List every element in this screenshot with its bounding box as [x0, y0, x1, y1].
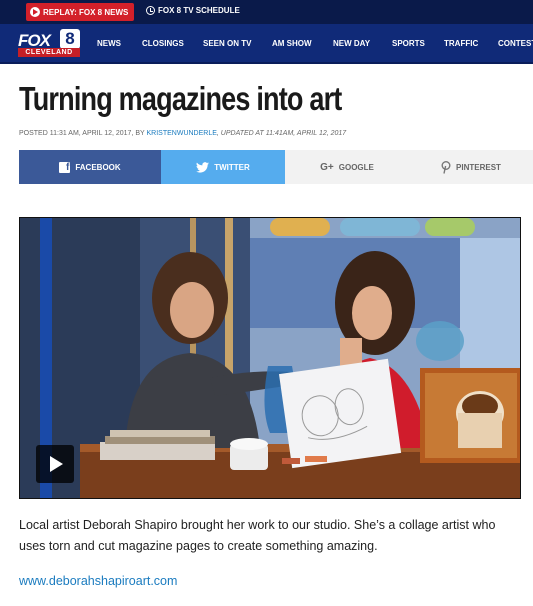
- share-twitter-button[interactable]: TWITTER: [161, 150, 285, 184]
- nav-item-new-day[interactable]: NEW DAY: [333, 39, 370, 48]
- tv-schedule-link[interactable]: FOX 8 TV SCHEDULE: [146, 6, 240, 15]
- byline-posted: POSTED 11:31 AM, APRIL 12, 2017, BY: [19, 130, 147, 137]
- main-nav: FOX 8 CLEVELAND NEWS CLOSINGS SEEN ON TV…: [0, 24, 533, 64]
- google-label: GOOGLE: [338, 162, 374, 172]
- share-facebook-button[interactable]: f FACEBOOK: [19, 150, 161, 184]
- byline-updated: , UPDATED AT 11:41AM, APRIL 12, 2017: [216, 130, 347, 137]
- article-byline: POSTED 11:31 AM, APRIL 12, 2017, BY KRIS…: [19, 130, 346, 137]
- pinterest-icon: [441, 160, 451, 174]
- nav-item-contests[interactable]: CONTESTS: [498, 39, 533, 48]
- article-title: Turning magazines into art: [19, 80, 342, 117]
- schedule-label: FOX 8 TV SCHEDULE: [158, 6, 240, 15]
- logo-channel: 8: [60, 29, 80, 49]
- nav-item-am-show[interactable]: AM SHOW: [272, 39, 312, 48]
- play-circle-icon: [30, 7, 40, 17]
- nav-item-traffic[interactable]: TRAFFIC: [444, 39, 478, 48]
- facebook-label: FACEBOOK: [75, 162, 121, 172]
- video-still-image: [20, 218, 520, 498]
- share-google-button[interactable]: G+ GOOGLE: [285, 150, 409, 184]
- facebook-icon: f: [59, 161, 71, 173]
- share-pinterest-button[interactable]: PINTEREST: [409, 150, 533, 184]
- replay-label: REPLAY: FOX 8 NEWS: [43, 7, 129, 17]
- nav-item-news[interactable]: NEWS: [97, 39, 121, 48]
- twitter-label: TWITTER: [214, 162, 250, 172]
- pinterest-label: PINTEREST: [456, 162, 501, 172]
- artist-website-link[interactable]: www.deborahshapiroart.com: [19, 574, 177, 588]
- clock-icon: [146, 6, 155, 15]
- play-icon[interactable]: [36, 445, 74, 483]
- article-paragraph: Local artist Deborah Shapiro brought her…: [19, 518, 496, 553]
- replay-button[interactable]: REPLAY: FOX 8 NEWS: [26, 3, 135, 21]
- author-link[interactable]: KRISTENWUNDERLE: [147, 130, 217, 137]
- twitter-bird-icon: [196, 161, 210, 173]
- fox8-logo[interactable]: FOX 8 CLEVELAND: [18, 29, 80, 57]
- nav-item-seen-on-tv[interactable]: SEEN ON TV: [203, 39, 251, 48]
- google-plus-icon: G+: [320, 161, 334, 173]
- nav-item-closings[interactable]: CLOSINGS: [142, 39, 184, 48]
- nav-item-sports[interactable]: SPORTS: [392, 39, 425, 48]
- video-player[interactable]: [19, 217, 521, 499]
- logo-city: CLEVELAND: [18, 48, 80, 57]
- top-utility-bar: REPLAY: FOX 8 NEWS FOX 8 TV SCHEDULE: [0, 0, 533, 24]
